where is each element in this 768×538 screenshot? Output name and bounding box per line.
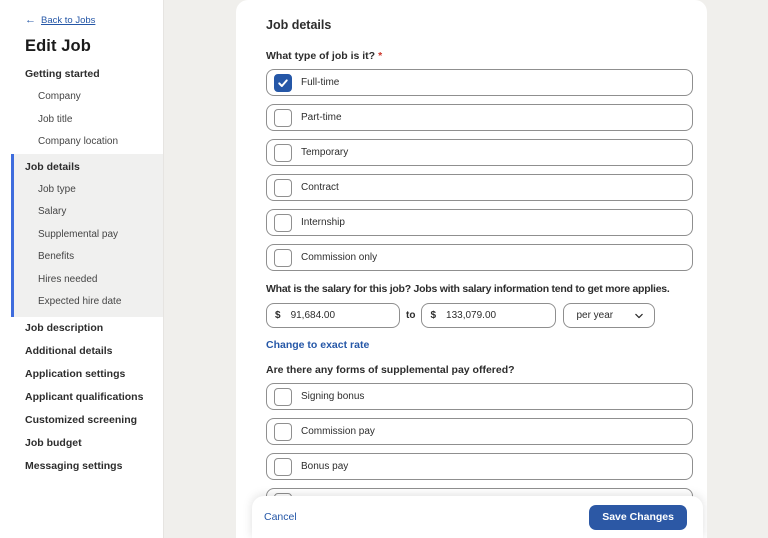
back-to-jobs-link[interactable]: ← Back to Jobs: [0, 14, 163, 26]
option-label: Signing bonus: [301, 391, 365, 402]
to-label: to: [406, 310, 416, 321]
job-details-panel: Job details What type of job is it? * Ful…: [236, 0, 707, 538]
save-changes-button[interactable]: Save Changes: [589, 504, 687, 530]
checkbox-option-contract[interactable]: Contract: [266, 174, 693, 201]
page-title: Edit Job: [25, 37, 91, 55]
option-label: Internship: [301, 217, 345, 228]
sidebar: ← Back to Jobs Edit Job Getting started …: [0, 0, 164, 538]
checkmark-icon: [278, 78, 288, 87]
checkbox-icon[interactable]: [274, 387, 292, 406]
option-label: Commission only: [301, 252, 378, 263]
sidebar-item-job-budget[interactable]: Job budget: [0, 432, 163, 455]
footer-action-bar: Cancel Save Changes: [252, 496, 703, 538]
checkbox-option-temporary[interactable]: Temporary: [266, 139, 693, 166]
sidebar-item-getting-started[interactable]: Getting started: [0, 63, 163, 86]
sidebar-item-applicant-qualifications[interactable]: Applicant qualifications: [0, 386, 163, 409]
nav-group-messaging-settings: Messaging settings: [0, 455, 163, 478]
checkbox-icon[interactable]: [274, 213, 292, 232]
salary-min-value: 91,684.00: [290, 310, 336, 321]
sidebar-item-company-location[interactable]: Company location: [0, 131, 163, 154]
currency-symbol: $: [275, 310, 281, 321]
checkbox-icon[interactable]: [274, 73, 292, 92]
chevron-down-icon: [635, 313, 644, 318]
nav-group-applicant-qualifications: Applicant qualifications: [0, 386, 163, 409]
option-label: Contract: [301, 182, 339, 193]
nav-group-job-details: Job details Job type Salary Supplemental…: [11, 153, 163, 317]
cancel-button[interactable]: Cancel: [264, 511, 297, 523]
sidebar-item-additional-details[interactable]: Additional details: [0, 340, 163, 363]
pay-rate-value: per year: [576, 310, 614, 321]
sidebar-item-expected-hire-date[interactable]: Expected hire date: [14, 291, 163, 314]
nav-group-job-description: Job description: [0, 317, 163, 340]
sidebar-item-messaging-settings[interactable]: Messaging settings: [0, 455, 163, 478]
form-content: Job details What type of job is it? * Ful…: [236, 0, 707, 515]
required-asterisk: *: [378, 50, 383, 62]
option-label: Commission pay: [301, 426, 375, 437]
checkbox-icon[interactable]: [274, 457, 292, 476]
checkbox-option-commission-pay[interactable]: Commission pay: [266, 418, 693, 445]
option-label: Full-time: [301, 77, 340, 88]
back-link-label: Back to Jobs: [41, 14, 96, 26]
section-heading: Job details: [266, 18, 332, 32]
sidebar-item-customized-screening[interactable]: Customized screening: [0, 409, 163, 432]
sidebar-item-job-title[interactable]: Job title: [0, 109, 163, 132]
checkbox-option-signing-bonus[interactable]: Signing bonus: [266, 383, 693, 410]
nav-group-job-budget: Job budget: [0, 432, 163, 455]
nav-group-customized-screening: Customized screening: [0, 409, 163, 432]
salary-question-label: What is the salary for this job? Jobs wi…: [266, 283, 670, 295]
currency-symbol: $: [430, 310, 437, 321]
checkbox-option-part-time[interactable]: Part-time: [266, 104, 693, 131]
salary-max-value: 133,079.00: [446, 310, 497, 321]
option-label: Bonus pay: [301, 461, 349, 472]
option-label: Part-time: [301, 112, 342, 123]
sidebar-item-job-details[interactable]: Job details: [14, 156, 163, 179]
nav-group-additional-details: Additional details: [0, 340, 163, 363]
salary-min-input[interactable]: $ 91,684.00: [266, 303, 400, 328]
job-type-question-label: What type of job is it? *: [266, 50, 693, 63]
sidebar-item-benefits[interactable]: Benefits: [14, 246, 163, 269]
job-type-question-text: What type of job is it?: [266, 50, 376, 62]
checkbox-icon[interactable]: [274, 108, 292, 127]
back-arrow-icon: ←: [25, 14, 36, 26]
change-to-exact-rate-link[interactable]: Change to exact rate: [266, 339, 369, 352]
supplemental-pay-question-label: Are there any forms of supplemental pay …: [266, 364, 515, 376]
sidebar-item-job-type[interactable]: Job type: [14, 179, 163, 202]
checkbox-icon[interactable]: [274, 178, 292, 197]
checkbox-option-full-time[interactable]: Full-time: [266, 69, 693, 96]
sidebar-item-application-settings[interactable]: Application settings: [0, 363, 163, 386]
sidebar-item-job-description[interactable]: Job description: [0, 317, 163, 340]
sidebar-item-company[interactable]: Company: [0, 86, 163, 109]
option-label: Temporary: [301, 147, 349, 158]
sidebar-item-hires-needed[interactable]: Hires needed: [14, 269, 163, 292]
sidebar-item-supplemental-pay[interactable]: Supplemental pay: [14, 224, 163, 247]
checkbox-option-internship[interactable]: Internship: [266, 209, 693, 236]
sidebar-nav: Getting started Company Job title Compan…: [0, 63, 163, 478]
checkbox-option-bonus-pay[interactable]: Bonus pay: [266, 453, 693, 480]
checkbox-icon[interactable]: [274, 143, 292, 162]
nav-group-application-settings: Application settings: [0, 363, 163, 386]
sidebar-item-salary[interactable]: Salary: [14, 201, 163, 224]
salary-range-row: $ 91,684.00 to $ 133,079.00 per year: [266, 303, 693, 328]
salary-max-input[interactable]: $ 133,079.00: [421, 303, 557, 328]
checkbox-option-commission-only[interactable]: Commission only: [266, 244, 693, 271]
nav-group-getting-started: Getting started Company Job title Compan…: [0, 63, 163, 154]
pay-rate-select[interactable]: per year: [563, 303, 656, 328]
checkbox-icon[interactable]: [274, 422, 292, 441]
checkbox-icon[interactable]: [274, 248, 292, 267]
